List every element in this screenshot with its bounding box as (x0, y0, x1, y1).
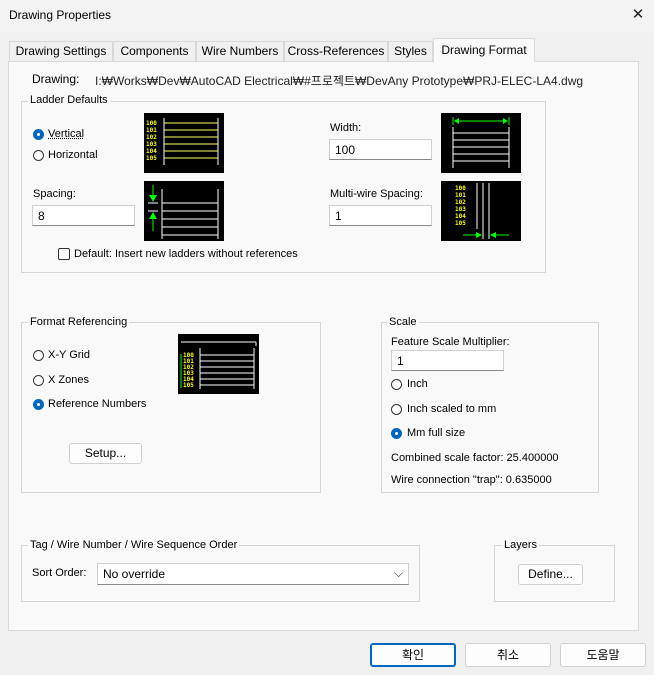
tab-drawing-format[interactable]: Drawing Format (433, 38, 535, 62)
combined-scale-factor: Combined scale factor: 25.400000 (391, 452, 559, 464)
ladder-row-number: 105 (146, 155, 157, 162)
multiwire-row-number: 101 (455, 192, 466, 199)
wire-connection-trap: Wire connection "trap": 0.635000 (391, 474, 552, 486)
reference-numbers-preview: 100 101 102 103 104 105 (178, 334, 259, 394)
vertical-label: Vertical (48, 128, 85, 140)
multiwire-row-number: 103 (455, 206, 466, 213)
window-title: Drawing Properties (9, 8, 112, 22)
define-layers-button[interactable]: Define... (518, 564, 583, 585)
width-label: Width: (330, 122, 362, 134)
inch-scaled-to-mm-radio[interactable] (391, 404, 402, 415)
help-button[interactable]: 도움말 (560, 643, 646, 667)
ladder-preview-vertical: 100 101 102 103 104 105 (144, 113, 224, 173)
vertical-radio[interactable] (33, 129, 44, 140)
layers-title: Layers (502, 539, 540, 551)
feature-scale-multiplier-label: Feature Scale Multiplier: (391, 336, 510, 348)
default-no-references-checkbox[interactable] (58, 248, 70, 260)
tab-strip-line (8, 61, 638, 62)
ladder-row-number: 103 (146, 141, 157, 148)
ladder-row-number: 102 (146, 134, 157, 141)
scale-title: Scale (387, 316, 419, 328)
x-zones-label: X Zones (48, 374, 89, 386)
multiwire-spacing-label: Multi-wire Spacing: (330, 188, 423, 200)
reference-numbers-radio[interactable] (33, 399, 44, 410)
inch-label: Inch (407, 378, 428, 390)
ladder-row-number: 100 (146, 120, 157, 127)
sort-order-label: Sort Order: (32, 567, 87, 579)
inch-radio[interactable] (391, 379, 402, 390)
multiwire-row-number: 105 (455, 220, 466, 227)
spacing-label: Spacing: (33, 188, 76, 200)
ladder-defaults-title: Ladder Defaults (28, 94, 110, 106)
multiwire-spacing-input[interactable]: 1 (329, 205, 432, 226)
tab-components[interactable]: Components (113, 41, 196, 61)
chevron-down-icon: ⌵ (394, 566, 404, 580)
xy-grid-label: X-Y Grid (48, 349, 90, 361)
spacing-input[interactable]: 8 (32, 205, 135, 226)
format-referencing-title: Format Referencing (28, 316, 130, 328)
default-no-references-label: Default: Insert new ladders without refe… (74, 248, 298, 260)
width-preview (441, 113, 521, 173)
cancel-button[interactable]: 취소 (465, 643, 551, 667)
horizontal-label: Horizontal (48, 149, 98, 161)
close-icon[interactable]: ✕ (627, 4, 649, 26)
x-zones-radio[interactable] (33, 375, 44, 386)
spacing-preview (144, 181, 224, 241)
drawing-label: Drawing: (32, 72, 80, 86)
sequence-order-title: Tag / Wire Number / Wire Sequence Order (28, 539, 240, 551)
horizontal-radio[interactable] (33, 150, 44, 161)
multiwire-row-number: 100 (455, 185, 466, 192)
tab-styles[interactable]: Styles (388, 41, 433, 61)
sort-order-value: No override (103, 567, 166, 581)
mm-full-size-radio[interactable] (391, 428, 402, 439)
reference-row-number: 105 (183, 382, 194, 389)
width-input[interactable]: 100 (329, 139, 432, 160)
multiwire-row-number: 104 (455, 213, 466, 220)
tab-drawing-settings[interactable]: Drawing Settings (9, 41, 113, 61)
xy-grid-radio[interactable] (33, 350, 44, 361)
multiwire-row-number: 102 (455, 199, 466, 206)
ok-button[interactable]: 확인 (370, 643, 456, 667)
reference-numbers-label: Reference Numbers (48, 398, 147, 410)
mm-full-size-label: Mm full size (407, 427, 466, 439)
tab-cross-references[interactable]: Cross-References (284, 41, 388, 61)
ladder-row-number: 101 (146, 127, 157, 134)
tab-wire-numbers[interactable]: Wire Numbers (196, 41, 284, 61)
feature-scale-multiplier-input[interactable]: 1 (391, 350, 504, 371)
inch-scaled-to-mm-label: Inch scaled to mm (407, 403, 497, 415)
drawing-path: I:₩Works₩Dev₩AutoCAD Electrical₩#프로젝트₩De… (95, 74, 584, 88)
sort-order-select[interactable]: No override (97, 563, 409, 585)
setup-button[interactable]: Setup... (69, 443, 142, 464)
ladder-row-number: 104 (146, 148, 157, 155)
multiwire-preview: 100 101 102 103 104 105 (441, 181, 521, 241)
